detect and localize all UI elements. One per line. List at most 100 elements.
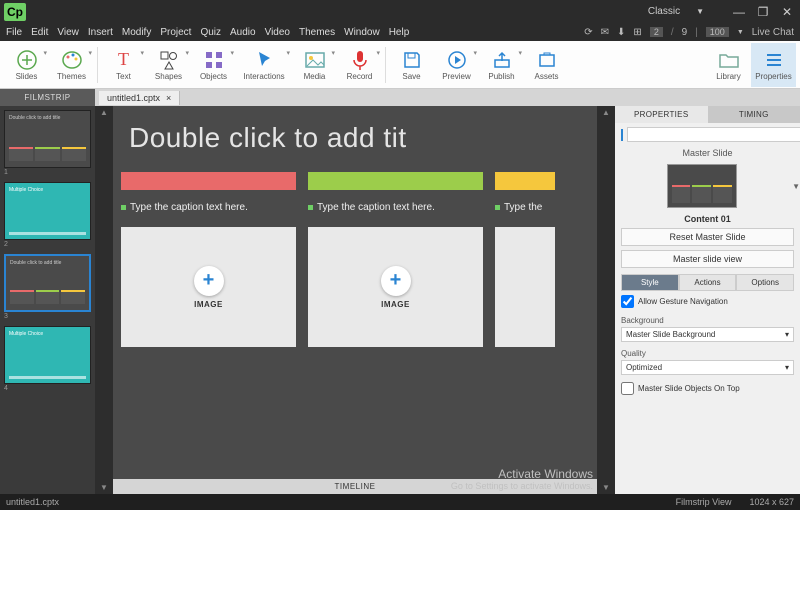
interactions-tool[interactable]: ▾Interactions (236, 43, 292, 87)
plus-icon[interactable]: + (194, 266, 224, 296)
plus-circle-icon (16, 49, 38, 71)
subtab-actions[interactable]: Actions (679, 274, 737, 290)
menu-modify[interactable]: Modify (122, 27, 151, 38)
slide-name-input[interactable] (627, 127, 800, 142)
quality-select[interactable]: Optimized▾ (621, 360, 794, 375)
menu-view[interactable]: View (57, 27, 79, 38)
image-placeholder-3[interactable] (495, 227, 555, 347)
themes-tool[interactable]: ▾Themes (49, 43, 94, 87)
cursor-icon (253, 49, 275, 71)
menu-quiz[interactable]: Quiz (200, 27, 221, 38)
tab-timing[interactable]: TIMING (708, 106, 800, 123)
caption-placeholder[interactable]: Type the caption text here. (121, 190, 296, 227)
filmstrip-panel[interactable]: Double click to add title 1 Multiple Cho… (0, 106, 95, 494)
chevron-down-icon: ▾ (230, 49, 234, 57)
chevron-down-icon[interactable]: ▼ (737, 29, 744, 36)
slide-thumb-1[interactable]: Double click to add title (4, 110, 91, 168)
chevron-down-icon[interactable]: ▼ (792, 182, 800, 191)
chevron-down-icon: ▾ (518, 49, 522, 57)
menu-help[interactable]: Help (389, 27, 410, 38)
slide-thumb-4[interactable]: Multiple Choice (4, 326, 91, 384)
reset-master-button[interactable]: Reset Master Slide (621, 228, 794, 246)
menu-themes[interactable]: Themes (299, 27, 335, 38)
card-1[interactable]: Type the caption text here. +IMAGE (121, 172, 296, 347)
folder-icon (718, 49, 740, 71)
properties-tool[interactable]: Properties (751, 43, 796, 87)
status-file: untitled1.cptx (6, 497, 59, 507)
slide-current[interactable]: 2 (650, 27, 663, 37)
preview-tool[interactable]: ▾Preview (434, 43, 479, 87)
master-view-button[interactable]: Master slide view (621, 250, 794, 268)
master-slide-name: Content 01 (615, 212, 800, 226)
save-tool[interactable]: Save (389, 43, 434, 87)
background-select[interactable]: Master Slide Background▾ (621, 327, 794, 342)
chevron-down-icon: ▾ (88, 49, 92, 57)
shapes-tool[interactable]: ▾Shapes (146, 43, 191, 87)
scrollbar-right[interactable]: ▲▼ (597, 106, 615, 494)
close-button[interactable]: ✕ (778, 5, 796, 19)
menu-window[interactable]: Window (344, 27, 380, 38)
thumb-number: 1 (4, 169, 91, 176)
library-tool[interactable]: Library (706, 43, 751, 87)
objects-ontop-checkbox[interactable] (621, 382, 634, 395)
image-placeholder-1[interactable]: +IMAGE (121, 227, 296, 347)
gesture-nav-checkbox[interactable] (621, 295, 634, 308)
record-tool[interactable]: ▾Record (337, 43, 382, 87)
slide-total: 9 (682, 27, 688, 38)
menu-video[interactable]: Video (265, 27, 290, 38)
layout-icon[interactable]: ⊞ (633, 27, 641, 38)
close-icon[interactable]: × (166, 93, 171, 103)
scrollbar-left[interactable]: ▲▼ (95, 106, 113, 494)
plus-icon[interactable]: + (381, 266, 411, 296)
titlebar: Cp Classic ▼ — ❐ ✕ (0, 0, 800, 23)
mail-icon[interactable]: ✉ (601, 27, 609, 38)
download-icon[interactable]: ⬇ (617, 27, 625, 38)
objects-tool[interactable]: ▾Objects (191, 43, 236, 87)
slide-icon (621, 129, 623, 141)
slide-title-placeholder[interactable]: Double click to add tit (121, 114, 597, 172)
canvas-area[interactable]: Double click to add tit Type the caption… (113, 106, 597, 494)
subtab-options[interactable]: Options (736, 274, 794, 290)
image-placeholder-2[interactable]: +IMAGE (308, 227, 483, 347)
assets-tool[interactable]: Assets (524, 43, 569, 87)
bullet-icon (121, 205, 126, 210)
menu-audio[interactable]: Audio (230, 27, 256, 38)
zoom-level[interactable]: 100 (706, 27, 729, 37)
thumb-number: 2 (4, 241, 91, 248)
live-chat-link[interactable]: Live Chat (752, 27, 794, 38)
slides-tool[interactable]: ▾Slides (4, 43, 49, 87)
minimize-button[interactable]: — (730, 5, 748, 19)
workspace-selector[interactable]: Classic (648, 6, 680, 17)
caption-placeholder[interactable]: Type the caption text here. (308, 190, 483, 227)
arrow-down-icon[interactable]: ▼ (600, 481, 612, 494)
sync-icon[interactable]: ⟳ (584, 27, 592, 38)
play-icon (446, 49, 468, 71)
card-2[interactable]: Type the caption text here. +IMAGE (308, 172, 483, 347)
chevron-down-icon: ▾ (785, 363, 789, 372)
restore-button[interactable]: ❐ (754, 5, 772, 19)
bullet-icon (308, 205, 313, 210)
menu-project[interactable]: Project (160, 27, 191, 38)
menu-file[interactable]: File (6, 27, 22, 38)
master-slide-thumb[interactable] (667, 164, 737, 208)
arrow-up-icon[interactable]: ▲ (600, 106, 612, 119)
caption-placeholder[interactable]: Type the (495, 190, 555, 227)
menu-edit[interactable]: Edit (31, 27, 48, 38)
arrow-up-icon[interactable]: ▲ (98, 106, 110, 119)
slide-thumb-3[interactable]: Double click to add title (4, 254, 91, 312)
grid-icon (203, 49, 225, 71)
media-tool[interactable]: ▾Media (292, 43, 337, 87)
subtab-style[interactable]: Style (621, 274, 679, 290)
publish-tool[interactable]: ▾Publish (479, 43, 524, 87)
slide-thumb-2[interactable]: Multiple Choice (4, 182, 91, 240)
publish-icon (491, 49, 513, 71)
timeline-panel-collapsed[interactable]: TIMELINE (113, 479, 597, 494)
card-3[interactable]: Type the (495, 172, 555, 347)
quality-label: Quality (621, 349, 646, 358)
arrow-down-icon[interactable]: ▼ (98, 481, 110, 494)
tab-properties[interactable]: PROPERTIES (615, 106, 708, 123)
document-tab[interactable]: untitled1.cptx × (99, 91, 180, 105)
text-tool[interactable]: T▾Text (101, 43, 146, 87)
menu-insert[interactable]: Insert (88, 27, 113, 38)
palette-icon (61, 49, 83, 71)
